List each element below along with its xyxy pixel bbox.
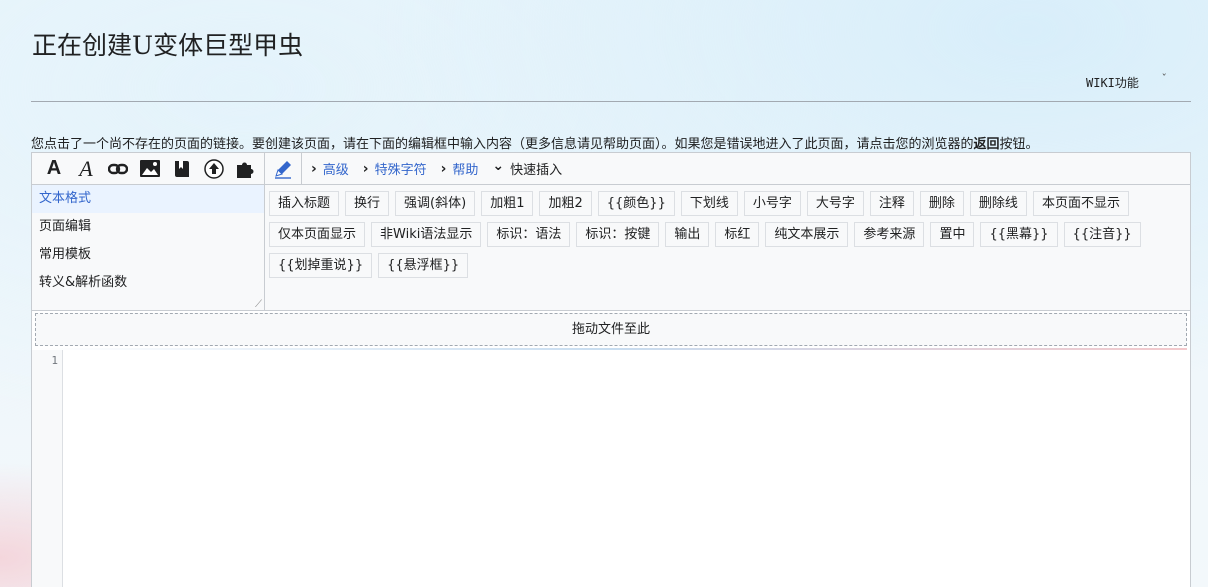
puzzle-icon[interactable] — [230, 153, 262, 185]
notice-text-end: 按钮。 — [999, 137, 1039, 152]
chevron-down-icon: ⌄ — [492, 157, 505, 174]
toolbar-separator — [301, 152, 302, 185]
insert-button[interactable]: 本页面不显示 — [1032, 191, 1129, 216]
insert-button[interactable]: 插入标题 — [269, 191, 340, 216]
insert-button[interactable]: 加粗2 — [539, 191, 592, 216]
back-keyword: 返回 — [973, 137, 1000, 152]
toolbar-separator — [264, 152, 265, 185]
insert-button[interactable]: {{悬浮框}} — [378, 253, 469, 278]
link-icon[interactable] — [102, 153, 134, 185]
section-list: 文本格式 页面编辑 常用模板 转义&解析函数 ⟋ — [32, 185, 265, 310]
line-number: 1 — [51, 354, 58, 367]
insert-button[interactable]: 标识：按键 — [576, 222, 660, 247]
tab-help-label: 帮助 — [452, 163, 479, 178]
wikitext-editor: A A › 高级 › 特殊字符 › 帮助 ⌄ 快速插入 文本格式 页面编辑 常用模板 — [31, 152, 1191, 587]
insert-button[interactable]: {{黑幕}} — [980, 222, 1058, 247]
notice-text: 您点击了一个尚不存在的页面的链接。要创建该页面，请在下面的编辑框中输入内容（更多… — [31, 137, 974, 152]
insert-button[interactable]: 标识：语法 — [487, 222, 571, 247]
create-page-notice: 您点击了一个尚不存在的页面的链接。要创建该页面，请在下面的编辑框中输入内容（更多… — [31, 133, 1039, 152]
insert-button-group: 插入标题 换行 强调(斜体) 加粗1 加粗2 {{颜色}} 下划线 小号字 大号字 注释 删除 删除线… — [265, 185, 1190, 310]
bold-icon[interactable]: A — [38, 153, 70, 185]
insert-button[interactable]: 小号字 — [743, 191, 801, 216]
tab-quick-insert[interactable]: ⌄ 快速插入 — [485, 153, 569, 185]
insert-button[interactable]: 参考来源 — [854, 222, 925, 247]
insert-button[interactable]: 非Wiki语法显示 — [371, 222, 482, 247]
insert-button[interactable]: {{颜色}} — [597, 191, 675, 216]
section-item-text-format[interactable]: 文本格式 — [32, 185, 264, 213]
quick-insert-panel: 文本格式 页面编辑 常用模板 转义&解析函数 ⟋ 插入标题 换行 强调(斜体) 加粗1… — [32, 185, 1190, 311]
wikitext-textarea[interactable] — [63, 350, 1190, 587]
tab-quick-insert-label: 快速插入 — [510, 163, 563, 178]
wiki-tools-menu[interactable]: WIKI功能 ˇ — [1086, 72, 1168, 91]
chevron-right-icon: › — [362, 160, 369, 177]
chevron-right-icon: › — [311, 160, 317, 177]
section-item-parser-functions[interactable]: 转义&解析函数 — [32, 269, 264, 297]
tab-advanced-label: 高级 — [322, 163, 349, 178]
header-divider — [31, 101, 1191, 102]
reference-icon[interactable] — [166, 153, 198, 185]
insert-button[interactable]: 换行 — [345, 191, 390, 216]
image-icon[interactable] — [134, 153, 166, 185]
code-editor: 1 — [32, 350, 1190, 587]
insert-button[interactable]: {{划掉重说}} — [269, 253, 373, 278]
insert-button[interactable]: 大号字 — [806, 191, 864, 216]
chevron-down-icon: ˇ — [1160, 72, 1168, 85]
line-number-gutter: 1 — [32, 350, 63, 587]
tab-special-chars[interactable]: › 特殊字符 — [356, 153, 434, 185]
insert-button[interactable]: 下划线 — [680, 191, 738, 216]
insert-button[interactable]: 置中 — [930, 222, 975, 247]
insert-button[interactable]: 删除线 — [969, 191, 1027, 216]
pencil-icon[interactable] — [267, 153, 299, 185]
page-title: 正在创建U变体巨型甲虫 — [32, 31, 304, 60]
insert-button[interactable]: 纯文本展示 — [765, 222, 849, 247]
insert-button[interactable]: 注释 — [869, 191, 914, 216]
insert-button[interactable]: 标红 — [715, 222, 760, 247]
section-item-page-edit[interactable]: 页面编辑 — [32, 213, 264, 241]
insert-button[interactable]: 强调(斜体) — [395, 191, 476, 216]
tab-advanced[interactable]: › 高级 — [304, 153, 356, 185]
insert-button[interactable]: {{注音}} — [1063, 222, 1141, 247]
editor-toolbar: A A › 高级 › 特殊字符 › 帮助 ⌄ 快速插入 — [32, 152, 1190, 185]
insert-button[interactable]: 仅本页面显示 — [269, 222, 366, 247]
chevron-right-icon: › — [440, 160, 447, 177]
insert-button[interactable]: 输出 — [665, 222, 710, 247]
upload-icon[interactable] — [198, 153, 230, 185]
insert-button[interactable]: 加粗1 — [481, 191, 534, 216]
insert-button[interactable]: 删除 — [919, 191, 964, 216]
italic-icon[interactable]: A — [70, 153, 102, 185]
section-item-templates[interactable]: 常用模板 — [32, 241, 264, 269]
wiki-tools-label: WIKI功能 — [1086, 76, 1139, 90]
tab-special-chars-label: 特殊字符 — [374, 163, 427, 178]
tab-help[interactable]: › 帮助 — [434, 153, 486, 185]
file-drop-zone[interactable]: 拖动文件至此 — [35, 313, 1187, 346]
resize-handle-icon[interactable]: ⟋ — [255, 299, 262, 310]
